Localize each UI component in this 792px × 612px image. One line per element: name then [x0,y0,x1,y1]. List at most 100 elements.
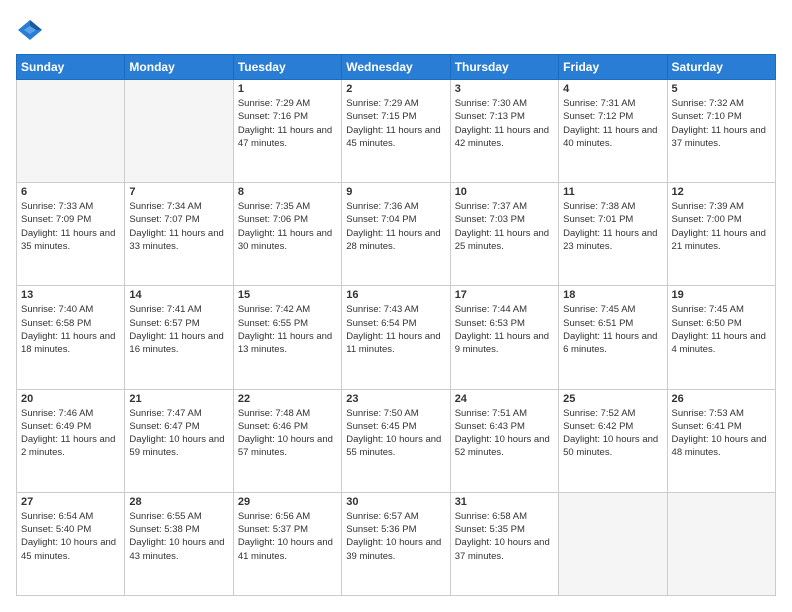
day-number: 30 [346,496,445,508]
day-info: Sunrise: 7:45 AMSunset: 6:50 PMDaylight:… [672,303,771,356]
day-number: 1 [238,83,337,95]
day-number: 20 [21,393,120,405]
day-info: Sunrise: 7:34 AMSunset: 7:07 PMDaylight:… [129,200,228,253]
calendar-week-row: 6 Sunrise: 7:33 AMSunset: 7:09 PMDaylight… [17,183,776,286]
day-number: 19 [672,289,771,301]
calendar-day-header: Sunday [17,55,125,80]
day-number: 8 [238,186,337,198]
day-number: 28 [129,496,228,508]
day-number: 6 [21,186,120,198]
day-info: Sunrise: 7:51 AMSunset: 6:43 PMDaylight:… [455,407,554,460]
day-number: 11 [563,186,662,198]
day-info: Sunrise: 7:43 AMSunset: 6:54 PMDaylight:… [346,303,445,356]
day-info: Sunrise: 7:32 AMSunset: 7:10 PMDaylight:… [672,97,771,150]
day-number: 14 [129,289,228,301]
day-number: 22 [238,393,337,405]
day-info: Sunrise: 7:53 AMSunset: 6:41 PMDaylight:… [672,407,771,460]
day-number: 2 [346,83,445,95]
day-info: Sunrise: 7:30 AMSunset: 7:13 PMDaylight:… [455,97,554,150]
calendar-day-header: Thursday [450,55,558,80]
calendar-cell: 16 Sunrise: 7:43 AMSunset: 6:54 PMDayligh… [342,286,450,389]
calendar-cell: 11 Sunrise: 7:38 AMSunset: 7:01 PMDayligh… [559,183,667,286]
day-info: Sunrise: 6:54 AMSunset: 5:40 PMDaylight:… [21,510,120,563]
day-number: 23 [346,393,445,405]
day-number: 25 [563,393,662,405]
calendar-cell: 21 Sunrise: 7:47 AMSunset: 6:47 PMDayligh… [125,389,233,492]
calendar-cell: 30 Sunrise: 6:57 AMSunset: 5:36 PMDayligh… [342,492,450,595]
day-info: Sunrise: 7:37 AMSunset: 7:03 PMDaylight:… [455,200,554,253]
calendar-day-header: Monday [125,55,233,80]
calendar-cell: 26Sunrise: 7:53 AMSunset: 6:41 PMDayligh… [667,389,775,492]
calendar-cell [125,80,233,183]
calendar-week-row: 27 Sunrise: 6:54 AMSunset: 5:40 PMDayligh… [17,492,776,595]
calendar-day-header: Friday [559,55,667,80]
calendar-cell: 13 Sunrise: 7:40 AMSunset: 6:58 PMDayligh… [17,286,125,389]
day-number: 31 [455,496,554,508]
calendar-week-row: 1 Sunrise: 7:29 AMSunset: 7:16 PMDaylight… [17,80,776,183]
calendar-cell [667,492,775,595]
calendar-cell: 23 Sunrise: 7:50 AMSunset: 6:45 PMDayligh… [342,389,450,492]
calendar-week-row: 13 Sunrise: 7:40 AMSunset: 6:58 PMDayligh… [17,286,776,389]
day-info: Sunrise: 7:42 AMSunset: 6:55 PMDaylight:… [238,303,337,356]
day-number: 13 [21,289,120,301]
day-info: Sunrise: 7:50 AMSunset: 6:45 PMDaylight:… [346,407,445,460]
day-info: Sunrise: 7:44 AMSunset: 6:53 PMDaylight:… [455,303,554,356]
calendar-cell: 19 Sunrise: 7:45 AMSunset: 6:50 PMDayligh… [667,286,775,389]
day-number: 7 [129,186,228,198]
day-info: Sunrise: 7:46 AMSunset: 6:49 PMDaylight:… [21,407,120,460]
day-info: Sunrise: 7:45 AMSunset: 6:51 PMDaylight:… [563,303,662,356]
calendar-cell: 14 Sunrise: 7:41 AMSunset: 6:57 PMDayligh… [125,286,233,389]
day-number: 21 [129,393,228,405]
day-info: Sunrise: 7:52 AMSunset: 6:42 PMDaylight:… [563,407,662,460]
day-number: 27 [21,496,120,508]
day-number: 17 [455,289,554,301]
day-info: Sunrise: 6:57 AMSunset: 5:36 PMDaylight:… [346,510,445,563]
calendar-cell: 31Sunrise: 6:58 AMSunset: 5:35 PMDayligh… [450,492,558,595]
calendar-cell: 28 Sunrise: 6:55 AMSunset: 5:38 PMDayligh… [125,492,233,595]
calendar-day-header: Saturday [667,55,775,80]
calendar-cell: 15 Sunrise: 7:42 AMSunset: 6:55 PMDayligh… [233,286,341,389]
calendar-cell: 6 Sunrise: 7:33 AMSunset: 7:09 PMDaylight… [17,183,125,286]
day-info: Sunrise: 7:35 AMSunset: 7:06 PMDaylight:… [238,200,337,253]
calendar-cell: 29Sunrise: 6:56 AMSunset: 5:37 PMDayligh… [233,492,341,595]
day-number: 16 [346,289,445,301]
day-info: Sunrise: 7:38 AMSunset: 7:01 PMDaylight:… [563,200,662,253]
calendar-cell: 20 Sunrise: 7:46 AMSunset: 6:49 PMDayligh… [17,389,125,492]
calendar-cell: 7 Sunrise: 7:34 AMSunset: 7:07 PMDaylight… [125,183,233,286]
day-number: 18 [563,289,662,301]
day-number: 15 [238,289,337,301]
calendar-cell: 3 Sunrise: 7:30 AMSunset: 7:13 PMDaylight… [450,80,558,183]
day-info: Sunrise: 7:33 AMSunset: 7:09 PMDaylight:… [21,200,120,253]
day-number: 9 [346,186,445,198]
day-info: Sunrise: 6:55 AMSunset: 5:38 PMDaylight:… [129,510,228,563]
calendar-cell: 17 Sunrise: 7:44 AMSunset: 6:53 PMDayligh… [450,286,558,389]
calendar-cell: 8 Sunrise: 7:35 AMSunset: 7:06 PMDaylight… [233,183,341,286]
day-info: Sunrise: 7:40 AMSunset: 6:58 PMDaylight:… [21,303,120,356]
calendar-cell: 12Sunrise: 7:39 AMSunset: 7:00 PMDayligh… [667,183,775,286]
day-number: 4 [563,83,662,95]
calendar-cell: 27 Sunrise: 6:54 AMSunset: 5:40 PMDayligh… [17,492,125,595]
calendar-week-row: 20 Sunrise: 7:46 AMSunset: 6:49 PMDayligh… [17,389,776,492]
logo [16,16,48,44]
calendar-cell: 4 Sunrise: 7:31 AMSunset: 7:12 PMDaylight… [559,80,667,183]
day-info: Sunrise: 7:36 AMSunset: 7:04 PMDaylight:… [346,200,445,253]
calendar-cell: 10Sunrise: 7:37 AMSunset: 7:03 PMDayligh… [450,183,558,286]
calendar-cell: 2 Sunrise: 7:29 AMSunset: 7:15 PMDaylight… [342,80,450,183]
calendar-cell [559,492,667,595]
day-info: Sunrise: 7:48 AMSunset: 6:46 PMDaylight:… [238,407,337,460]
header [16,16,776,44]
day-info: Sunrise: 7:29 AMSunset: 7:16 PMDaylight:… [238,97,337,150]
day-info: Sunrise: 7:41 AMSunset: 6:57 PMDaylight:… [129,303,228,356]
day-info: Sunrise: 7:47 AMSunset: 6:47 PMDaylight:… [129,407,228,460]
calendar-header-row: SundayMondayTuesdayWednesdayThursdayFrid… [17,55,776,80]
day-number: 5 [672,83,771,95]
calendar-cell: 22 Sunrise: 7:48 AMSunset: 6:46 PMDayligh… [233,389,341,492]
day-info: Sunrise: 7:31 AMSunset: 7:12 PMDaylight:… [563,97,662,150]
day-number: 3 [455,83,554,95]
day-info: Sunrise: 7:39 AMSunset: 7:00 PMDaylight:… [672,200,771,253]
calendar-cell [17,80,125,183]
calendar-cell: 1 Sunrise: 7:29 AMSunset: 7:16 PMDaylight… [233,80,341,183]
day-info: Sunrise: 7:29 AMSunset: 7:15 PMDaylight:… [346,97,445,150]
calendar-day-header: Tuesday [233,55,341,80]
day-info: Sunrise: 6:56 AMSunset: 5:37 PMDaylight:… [238,510,337,563]
